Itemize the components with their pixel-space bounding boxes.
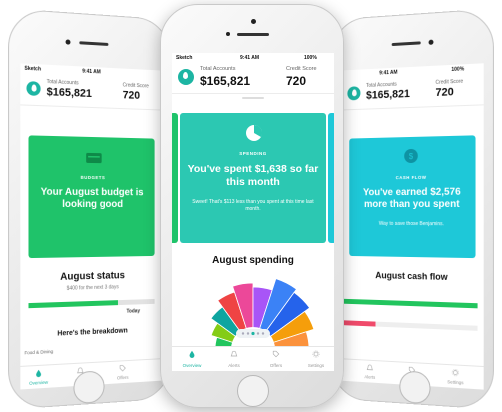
credit-score-label: Credit Score xyxy=(286,66,317,72)
gear-icon[interactable] xyxy=(312,350,320,358)
dollar-coin-icon: $ xyxy=(404,148,418,164)
gear-icon[interactable] xyxy=(451,368,459,377)
clock: 9:41 AM xyxy=(82,68,101,76)
page-dot xyxy=(246,332,250,335)
app-logo-icon xyxy=(347,86,361,101)
phone-right: 9:41 AM 100% Total Accounts $165,821 Cre… xyxy=(330,8,494,410)
section-title: August spending xyxy=(212,255,294,266)
app-logo-icon xyxy=(178,69,194,85)
card-kicker: SPENDING xyxy=(239,151,267,156)
tab-alerts[interactable]: Alerts xyxy=(222,363,246,368)
tab-settings[interactable]: Settings xyxy=(443,379,467,386)
tab-offers[interactable]: Offers xyxy=(111,374,134,381)
section-title: August cash flow xyxy=(375,270,448,282)
account-header[interactable]: Total Accounts $165,821 Credit Score 720 xyxy=(341,73,484,111)
card-headline: You've spent $1,638 so far this month xyxy=(187,163,319,188)
phone-left: Sketch 9:41 AM Total Accounts $165,821 C… xyxy=(8,8,172,410)
proximity-sensor xyxy=(226,32,230,36)
today-marker-label: Today xyxy=(126,308,141,315)
card-headline: You've earned $2,576 more than you spent xyxy=(362,186,461,211)
account-header[interactable]: Total Accounts $165,821 Credit Score 720 xyxy=(172,63,334,94)
phone-center: Sketch 9:41 AM 100% Total Accounts $165,… xyxy=(160,4,344,408)
income-bar xyxy=(341,298,478,309)
page-dot xyxy=(256,332,260,335)
card-body: Sweet! That's $113 less than you spent a… xyxy=(192,199,314,212)
breakdown-category: Food & Dining xyxy=(24,348,54,356)
card-kicker: CASH FLOW xyxy=(395,174,427,181)
credit-score-label: Credit Score xyxy=(122,82,149,90)
tag-icon[interactable] xyxy=(119,364,127,372)
overview-drop-icon[interactable] xyxy=(35,369,43,378)
section-title: August status xyxy=(60,270,125,283)
bell-icon[interactable] xyxy=(366,364,374,372)
home-button[interactable] xyxy=(73,370,105,405)
total-accounts-value: $165,821 xyxy=(366,88,410,102)
total-accounts-value: $165,821 xyxy=(46,86,92,100)
screen-cashflow: 9:41 AM 100% Total Accounts $165,821 Cre… xyxy=(341,63,484,390)
card-body: Way to save those Benjamins. xyxy=(378,220,444,228)
credit-score-label: Credit Score xyxy=(435,78,464,86)
total-accounts-label: Total Accounts xyxy=(200,66,236,72)
pie-chart-icon xyxy=(246,125,262,141)
account-header[interactable]: Total Accounts $165,821 Credit Score 720 xyxy=(20,73,163,111)
spending-bar-track xyxy=(341,320,478,331)
clock: 9:41 AM xyxy=(379,69,398,77)
credit-score-value: 720 xyxy=(122,89,141,102)
clock: 9:41 AM xyxy=(240,55,259,61)
carrier-label: Sketch xyxy=(24,65,42,73)
front-camera xyxy=(428,39,434,45)
budgets-card[interactable]: BUDGETS Your August budget is looking go… xyxy=(28,135,155,259)
battery-label: 100% xyxy=(304,55,317,61)
carrier-label: Sketch xyxy=(176,55,193,61)
status-bar: Sketch 9:41 AM 100% xyxy=(172,53,334,63)
battery-label: 100% xyxy=(451,66,465,74)
card-kicker: BUDGETS xyxy=(80,174,106,181)
wallet-icon xyxy=(86,152,102,164)
total-accounts-value: $165,821 xyxy=(200,74,251,88)
front-camera xyxy=(65,39,71,45)
credit-score-value: 720 xyxy=(286,74,307,88)
spending-fan-chart[interactable] xyxy=(188,269,318,349)
cashflow-card[interactable]: $ CASH FLOW You've earned $2,576 more th… xyxy=(349,135,476,259)
tab-bar: Overview Alerts Offers Settings xyxy=(172,346,334,371)
app-logo-icon xyxy=(26,81,41,96)
tag-icon[interactable] xyxy=(272,350,280,358)
tab-alerts[interactable]: Alerts xyxy=(359,374,382,380)
tab-overview[interactable]: Overview xyxy=(26,379,50,386)
spending-bar-fill xyxy=(341,320,376,327)
screen-budgets: Sketch 9:41 AM Total Accounts $165,821 C… xyxy=(20,63,163,390)
page-dot xyxy=(261,332,265,335)
screen-spending: Sketch 9:41 AM 100% Total Accounts $165,… xyxy=(172,53,334,371)
card-headline: Your August budget is looking good xyxy=(40,186,144,211)
tab-offers[interactable]: Offers xyxy=(264,363,288,368)
section-subtitle: $400 for the next 3 days xyxy=(66,284,119,292)
breakdown-title: Here's the breakdown xyxy=(57,327,128,338)
card-peek-prev[interactable] xyxy=(172,113,178,243)
tab-settings[interactable]: Settings xyxy=(304,363,328,368)
pull-handle[interactable] xyxy=(242,97,264,99)
front-camera xyxy=(251,19,256,24)
credit-score-value: 720 xyxy=(435,86,454,100)
page-dot-active xyxy=(251,331,255,336)
home-button[interactable] xyxy=(237,375,269,407)
svg-text:$: $ xyxy=(409,152,414,161)
spending-card[interactable]: SPENDING You've spent $1,638 so far this… xyxy=(180,113,326,243)
earpiece-speaker xyxy=(237,33,269,36)
tab-overview[interactable]: Overview xyxy=(180,363,204,368)
card-peek-next[interactable] xyxy=(328,113,334,243)
overview-drop-icon[interactable] xyxy=(188,350,196,358)
earpiece-speaker xyxy=(391,41,421,47)
bell-icon[interactable] xyxy=(230,350,238,358)
page-dot xyxy=(241,332,245,335)
budget-progress-track xyxy=(28,298,155,309)
earpiece-speaker xyxy=(79,41,109,46)
budget-progress-fill xyxy=(28,300,118,309)
